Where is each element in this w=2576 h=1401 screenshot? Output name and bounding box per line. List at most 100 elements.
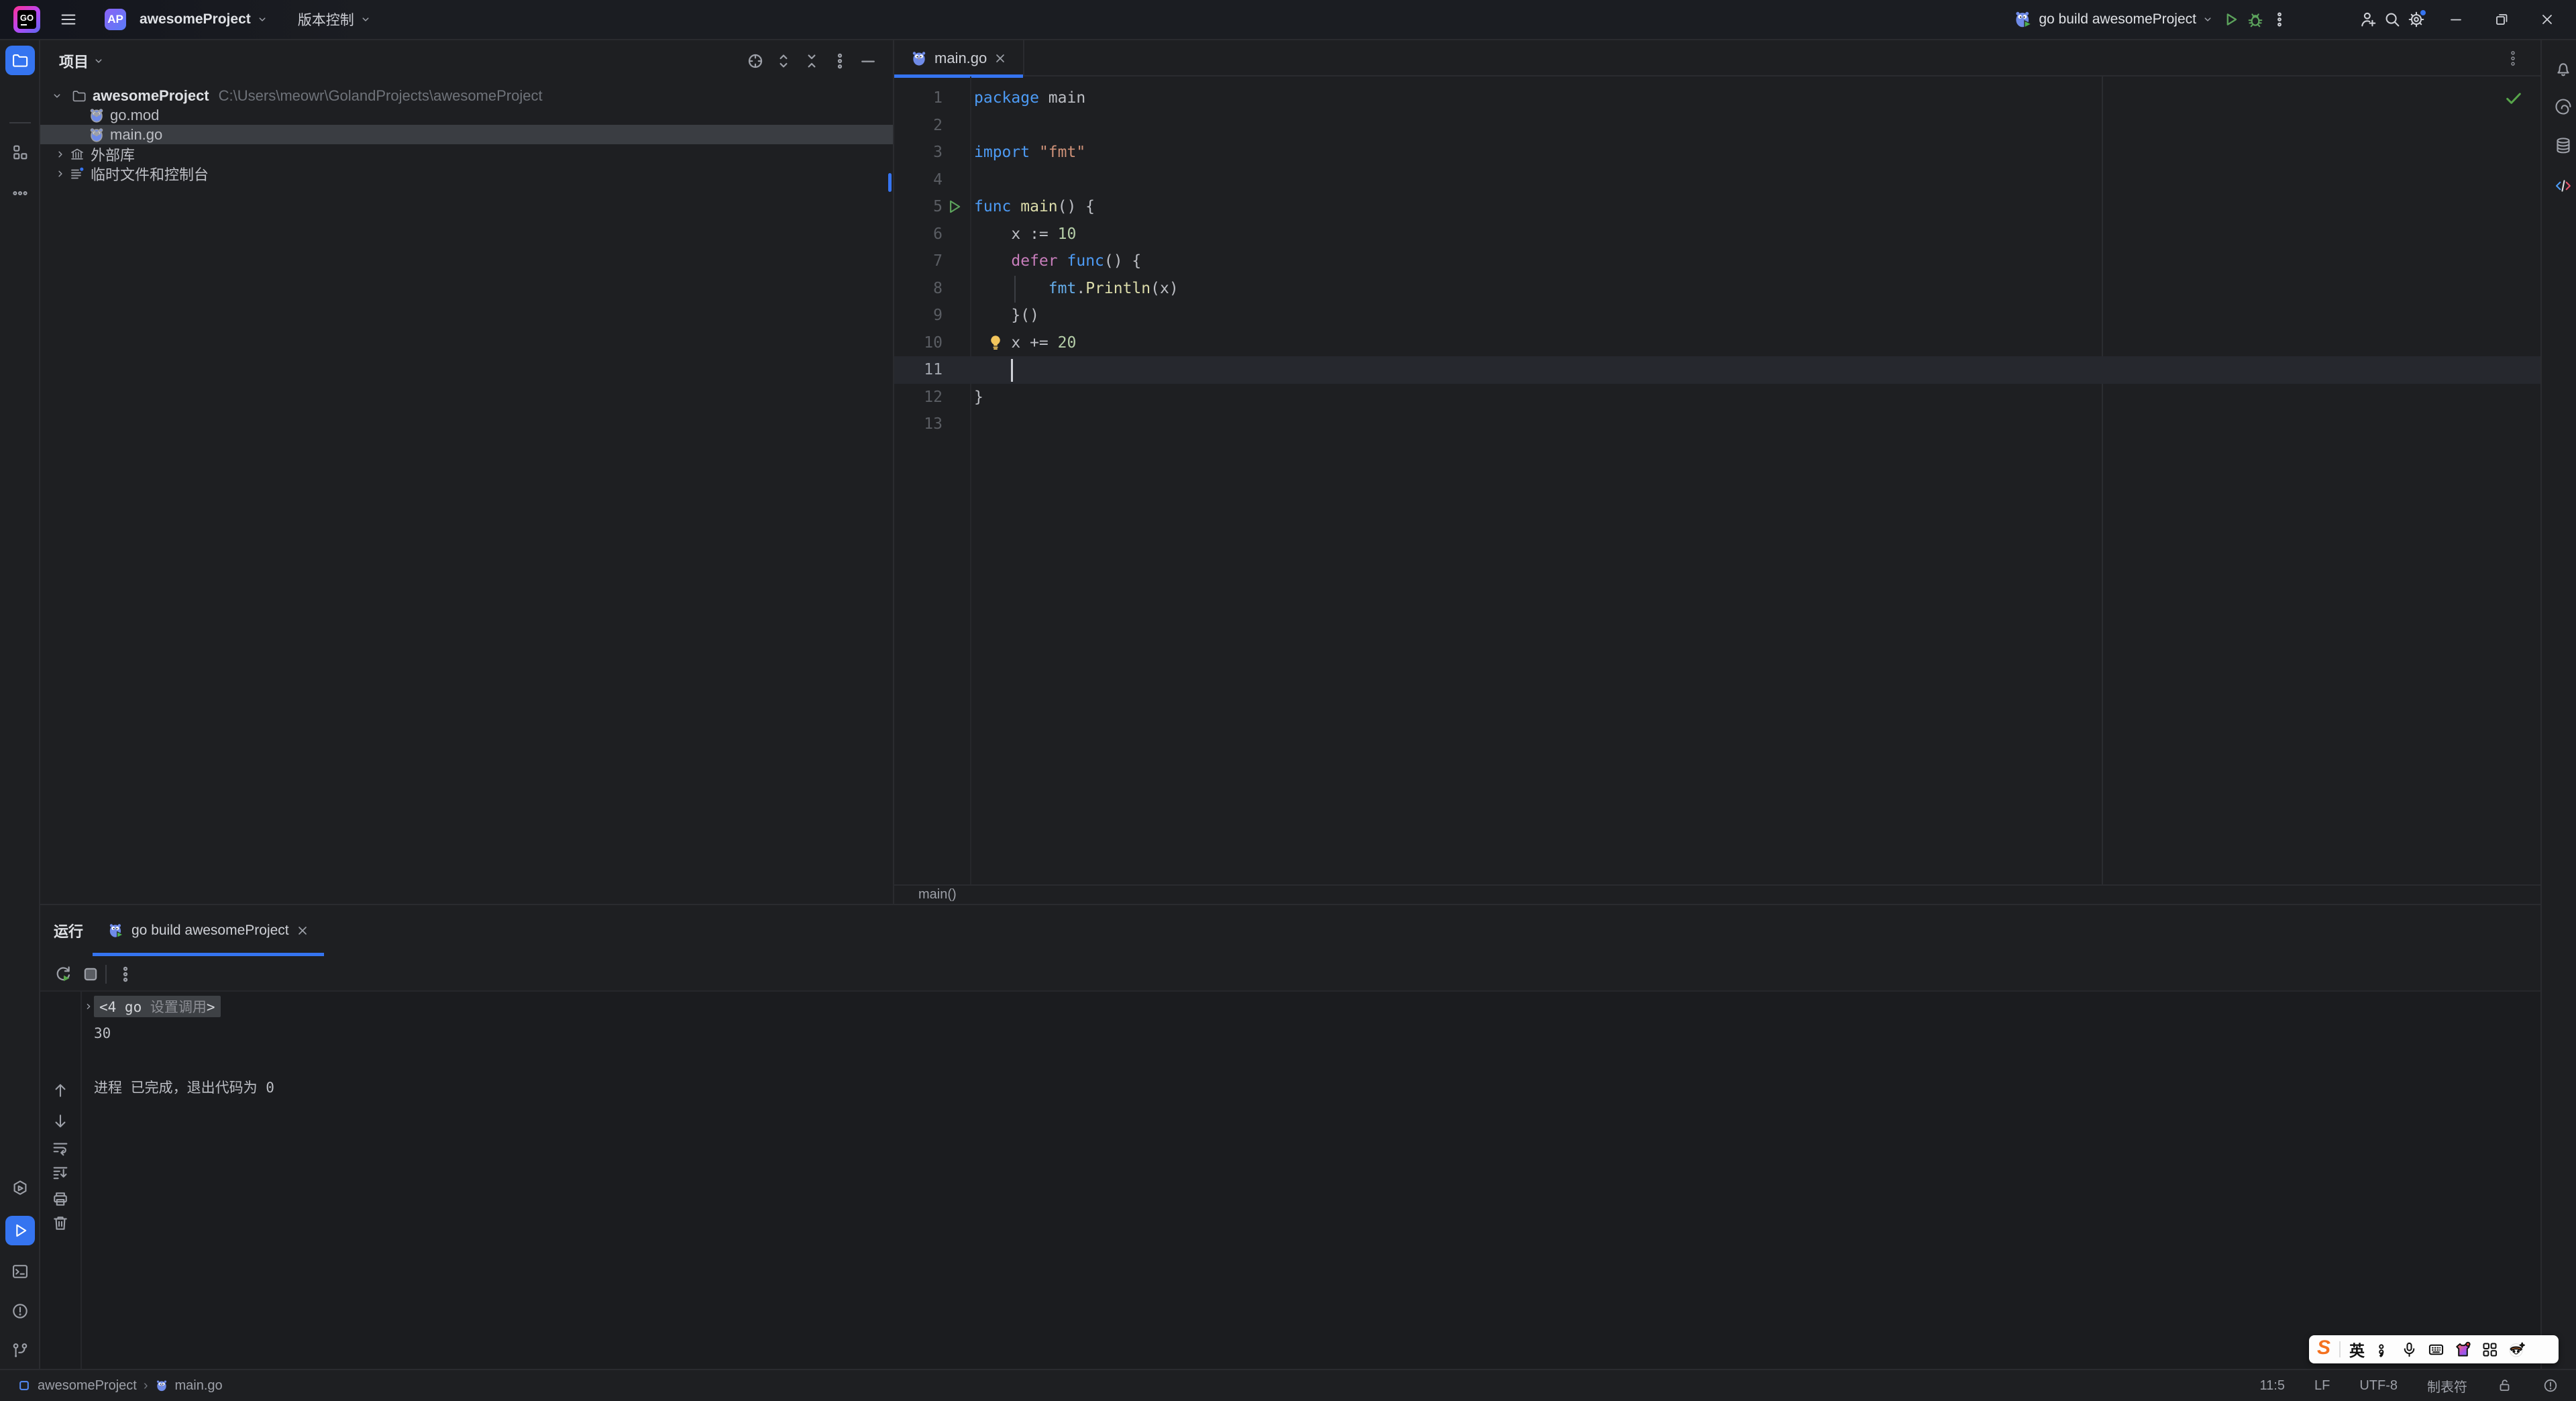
console-fold-line[interactable]: <4 go 设置调用> — [83, 993, 274, 1020]
trash-icon — [51, 1214, 70, 1233]
collapse-all-button[interactable] — [802, 51, 822, 71]
mic-icon — [2400, 1341, 2418, 1359]
down-stacktrace-button[interactable] — [51, 1112, 70, 1131]
gopher-file-icon — [910, 50, 928, 67]
stripe-item-services[interactable] — [5, 1174, 35, 1203]
code-editor[interactable]: 1 package main 2 3 import "fmt" 4 5 func main()… — [894, 76, 2540, 884]
skin-icon[interactable] — [2454, 1341, 2472, 1359]
maximize-button[interactable] — [2483, 5, 2520, 34]
run-config-selector[interactable]: go build awesomeProject — [2008, 5, 2219, 34]
toolbox-grid-icon[interactable] — [2481, 1341, 2499, 1359]
tree-item-path: C:\Users\meowr\GolandProjects\awesomePro… — [218, 87, 543, 104]
tab-close-icon[interactable] — [994, 52, 1007, 65]
stop-button[interactable] — [80, 964, 101, 984]
project-panel-title[interactable]: 项目 — [59, 50, 89, 72]
scroll-to-end-button[interactable] — [51, 1163, 70, 1182]
encoding-widget[interactable]: UTF-8 — [2359, 1378, 2398, 1394]
stripe-item-ai-assistant[interactable] — [2548, 92, 2576, 121]
indent-widget[interactable]: 制表符 — [2427, 1376, 2467, 1396]
main-menu-icon[interactable] — [56, 7, 80, 32]
code-line[interactable]: } — [974, 384, 983, 411]
fold-chevron-icon[interactable] — [83, 1001, 94, 1012]
run-tab-close-icon[interactable] — [296, 924, 309, 937]
status-breadcrumb-file[interactable]: main.go — [175, 1378, 223, 1394]
semicolon-icon — [2373, 1341, 2392, 1359]
code-line[interactable]: defer func() { — [974, 248, 1141, 275]
more-actions-button[interactable] — [2267, 7, 2292, 32]
close-button[interactable] — [2529, 5, 2565, 34]
status-breadcrumbs[interactable]: awesomeProject › main.go — [17, 1378, 223, 1394]
line-number: 11 — [924, 361, 943, 378]
code-line[interactable]: x += 20 — [974, 329, 1076, 357]
stripe-item-run[interactable] — [5, 1216, 35, 1245]
console-options-button[interactable] — [115, 964, 136, 984]
locate-file-button[interactable] — [745, 51, 765, 71]
stripe-item-more-toolwindows[interactable] — [5, 178, 35, 208]
hide-panel-button[interactable] — [858, 51, 878, 71]
readonly-lock-icon[interactable] — [2497, 1378, 2513, 1394]
caret-position-widget[interactable]: 11:5 — [2260, 1378, 2285, 1394]
breadcrumb-scope[interactable]: main() — [918, 887, 957, 902]
tab-main-go[interactable]: main.go — [894, 40, 1025, 78]
tree-item-临时文件和控制台[interactable]: 临时文件和控制台 — [40, 164, 893, 183]
chevron-down-icon[interactable] — [51, 90, 63, 102]
code-line[interactable]: x := 10 — [974, 221, 1076, 248]
stripe-item-project[interactable] — [5, 46, 35, 75]
up-stacktrace-button[interactable] — [51, 1081, 70, 1100]
ime-assistant-face-icon[interactable] — [2508, 1341, 2526, 1359]
run-gutter-icon[interactable] — [945, 198, 963, 215]
code-line[interactable]: import "fmt" — [974, 139, 1085, 166]
process-exit-message: 进程 已完成，退出代码为 0 — [94, 1080, 274, 1096]
sogou-logo-icon[interactable]: S — [2317, 1338, 2330, 1358]
code-line[interactable]: }() — [974, 302, 1039, 329]
lock-open-icon — [2497, 1378, 2513, 1394]
expand-all-button[interactable] — [773, 51, 794, 71]
punctuation-icon[interactable] — [2373, 1341, 2392, 1359]
sogou-ime-toolbar: S 英 — [2309, 1335, 2559, 1363]
project-selector[interactable]: awesomeProject — [134, 7, 274, 32]
stripe-item-notifications[interactable] — [2548, 54, 2576, 83]
ime-language-mode[interactable]: 英 — [2349, 1338, 2365, 1361]
panel-options-button[interactable] — [830, 51, 850, 71]
virtual-keyboard-icon[interactable] — [2427, 1341, 2445, 1359]
clear-console-button[interactable] — [51, 1214, 70, 1233]
tree-item-awesomeProject[interactable]: awesomeProject C:\Users\meowr\GolandProje… — [40, 86, 893, 105]
run-tab[interactable]: go build awesomeProject — [93, 905, 324, 956]
run-play-icon — [11, 1221, 30, 1240]
editor-tab-options-button[interactable] — [2503, 48, 2523, 68]
stripe-item-code-tools[interactable] — [2548, 171, 2576, 201]
status-breadcrumb-project[interactable]: awesomeProject — [38, 1378, 137, 1394]
rerun-button[interactable] — [53, 964, 73, 984]
minimize-button[interactable] — [2438, 5, 2474, 34]
stripe-item-database[interactable] — [2548, 131, 2576, 160]
search-everywhere-button[interactable] — [2380, 7, 2404, 32]
code-line[interactable]: func main() { — [974, 193, 1095, 221]
chevron-right-icon[interactable] — [54, 168, 66, 180]
run-console[interactable]: <4 go 设置调用> 30 进程 已完成，退出代码为 0 — [40, 992, 2540, 1370]
stripe-item-problems[interactable] — [5, 1296, 35, 1326]
run-panel-title[interactable]: 运行 — [54, 920, 83, 941]
print-button[interactable] — [51, 1190, 70, 1208]
library-icon — [69, 146, 85, 162]
run-button[interactable] — [2219, 7, 2243, 32]
add-user-button[interactable] — [2356, 7, 2380, 32]
code-line[interactable] — [974, 356, 1011, 384]
microphone-icon[interactable] — [2400, 1341, 2418, 1359]
tree-item-go.mod[interactable]: go.mod — [40, 105, 893, 125]
debug-button[interactable] — [2243, 7, 2267, 32]
vcs-widget[interactable]: 版本控制 — [292, 5, 377, 34]
stripe-item-terminal[interactable] — [5, 1257, 35, 1286]
soft-wrap-button[interactable] — [51, 1139, 70, 1157]
tree-item-label: 临时文件和控制台 — [91, 166, 209, 183]
chevron-right-icon[interactable] — [54, 148, 66, 160]
close-icon — [994, 52, 1007, 65]
line-separator-widget[interactable]: LF — [2314, 1378, 2330, 1394]
notifications-status-icon[interactable] — [2542, 1378, 2559, 1394]
tree-item-外部库[interactable]: 外部库 — [40, 144, 893, 164]
settings-button[interactable] — [2404, 7, 2428, 32]
code-line[interactable]: package main — [974, 85, 1085, 112]
code-line[interactable]: fmt.Println(x) — [974, 275, 1179, 303]
tree-item-main.go[interactable]: main.go — [40, 125, 893, 144]
stripe-item-version-control[interactable] — [5, 1336, 35, 1365]
stripe-item-structure[interactable] — [5, 138, 35, 167]
